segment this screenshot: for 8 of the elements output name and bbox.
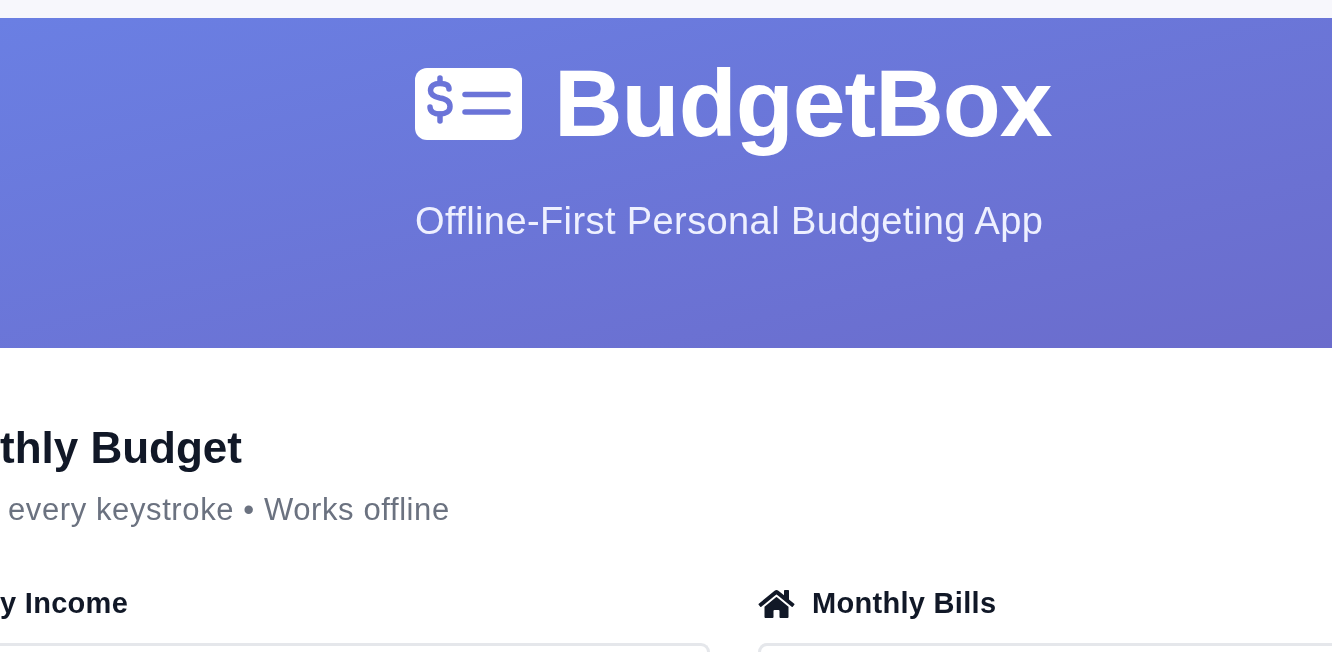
page-title: thly Budget bbox=[0, 422, 242, 474]
page-subtitle: every keystroke • Works offline bbox=[7, 490, 450, 528]
money-bill-icon bbox=[415, 68, 522, 140]
section-title: y Income bbox=[0, 587, 129, 621]
house-icon bbox=[758, 588, 795, 620]
section-title: Monthly Bills bbox=[812, 587, 997, 621]
app-title: BudgetBox bbox=[554, 49, 1052, 159]
app-tagline: Offline-First Personal Budgeting App bbox=[415, 200, 1044, 244]
